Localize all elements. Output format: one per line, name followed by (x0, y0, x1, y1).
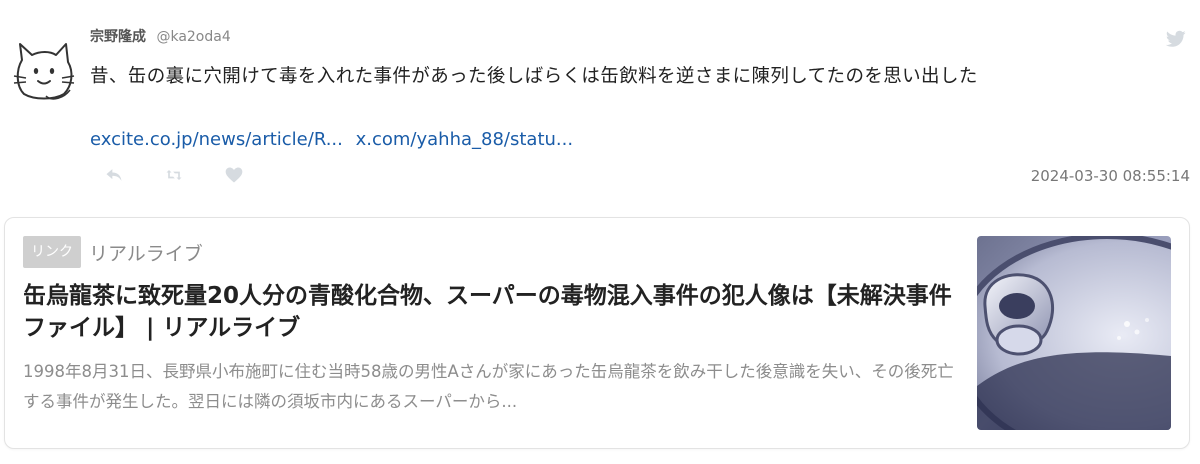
author-name[interactable]: 宗野隆成 (90, 29, 146, 45)
tweet-link-excite[interactable]: excite.co.jp/news/article/R... (90, 129, 343, 150)
retweet-icon[interactable] (164, 165, 184, 185)
avatar-cat-doodle-icon[interactable] (10, 36, 78, 104)
tweet-link-x[interactable]: x.com/yahha_88/statu... (356, 129, 573, 150)
link-badge: リンク (23, 236, 81, 268)
link-preview-card[interactable]: リンク リアルライブ 缶烏龍茶に致死量20人分の青酸化合物、スーパーの毒物混入事… (4, 217, 1190, 449)
can-pull-tab-image[interactable] (977, 236, 1171, 430)
card-title[interactable]: 缶烏龍茶に致死量20人分の青酸化合物、スーパーの毒物混入事件の犯人像は【未解決事… (23, 280, 968, 344)
author-handle[interactable]: @ka2oda4 (156, 29, 230, 45)
tweet-embed: 宗野隆成 @ka2oda4 昔、缶の裏に穴開けて毒を入れた事件があった後しばらく… (0, 0, 1200, 205)
tweet-links: excite.co.jp/news/article/R... x.com/yah… (90, 127, 573, 153)
tweet-author: 宗野隆成 @ka2oda4 (90, 27, 231, 47)
like-icon[interactable] (224, 165, 244, 185)
tweet-actions (104, 165, 284, 185)
card-description: 1998年8月31日、長野県小布施町に住む当時58歳の男性Aさんが家にあった缶烏… (23, 362, 954, 411)
tweet-timestamp[interactable]: 2024-03-30 08:55:14 (1031, 167, 1190, 185)
card-source: リンク リアルライブ (23, 236, 203, 268)
card-site-name: リアルライブ (89, 242, 203, 265)
twitter-bird-icon[interactable] (1166, 30, 1186, 48)
reply-icon[interactable] (104, 165, 124, 185)
tweet-text: 昔、缶の裏に穴開けて毒を入れた事件があった後しばらくは缶飲料を逆さまに陳列してた… (90, 66, 978, 87)
